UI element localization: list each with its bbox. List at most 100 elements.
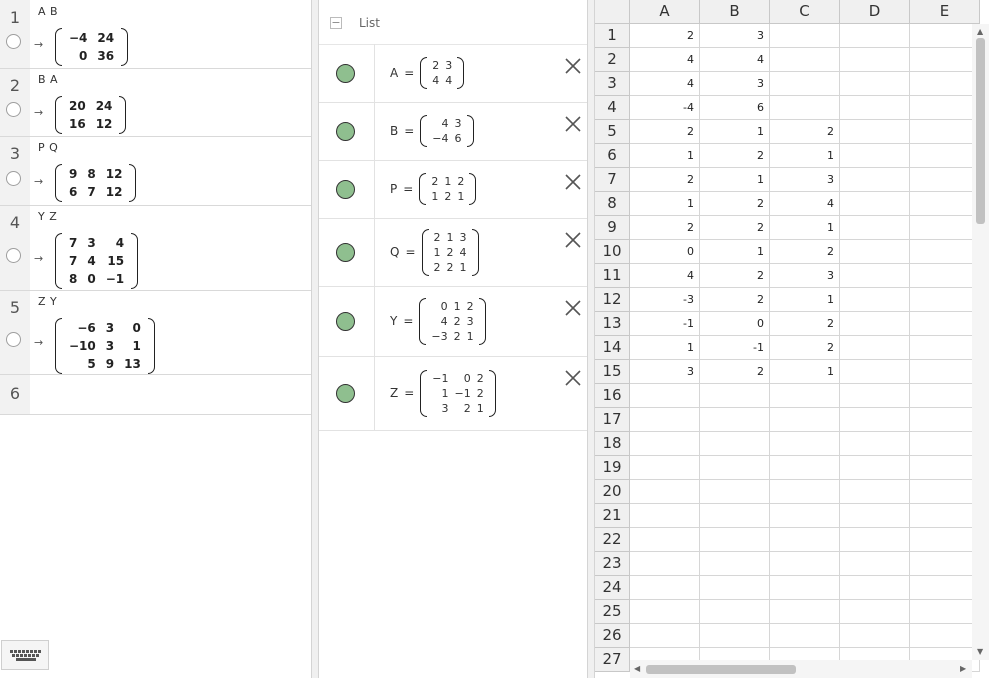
spreadsheet-cell[interactable]: [700, 552, 770, 576]
spreadsheet-cell[interactable]: [840, 240, 910, 264]
cas-row[interactable]: 4Y Z → 7 3 4 7 4 15 8 0 −1: [0, 205, 311, 291]
spreadsheet-cell[interactable]: 2: [630, 168, 700, 192]
spreadsheet-cell[interactable]: -4: [630, 96, 700, 120]
spreadsheet-cell[interactable]: [910, 288, 980, 312]
row-header[interactable]: 13: [595, 312, 630, 336]
spreadsheet-cell[interactable]: [910, 120, 980, 144]
spreadsheet-cell[interactable]: 4: [700, 48, 770, 72]
column-header-a[interactable]: A: [630, 0, 700, 24]
algebra-expression[interactable]: P = 2 1 2 1 2 1: [390, 160, 477, 218]
spreadsheet-cell[interactable]: [910, 456, 980, 480]
spreadsheet-cell[interactable]: [910, 264, 980, 288]
delete-item-icon[interactable]: [564, 57, 582, 75]
cas-row[interactable]: 6: [0, 374, 311, 415]
spreadsheet-cell[interactable]: [770, 432, 840, 456]
row-header[interactable]: 3: [595, 72, 630, 96]
panel-divider-right[interactable]: [587, 0, 595, 678]
row-header[interactable]: 8: [595, 192, 630, 216]
spreadsheet-cell[interactable]: [910, 600, 980, 624]
spreadsheet-cell[interactable]: [910, 336, 980, 360]
spreadsheet-cell[interactable]: [700, 384, 770, 408]
spreadsheet-cell[interactable]: [770, 528, 840, 552]
visibility-toggle[interactable]: [319, 356, 375, 430]
spreadsheet-cell[interactable]: [700, 504, 770, 528]
spreadsheet-cell[interactable]: [700, 432, 770, 456]
spreadsheet-cell[interactable]: [630, 384, 700, 408]
delete-item-icon[interactable]: [564, 115, 582, 133]
visibility-toggle[interactable]: [319, 218, 375, 286]
row-header[interactable]: 25: [595, 600, 630, 624]
spreadsheet-cell[interactable]: 0: [630, 240, 700, 264]
row-header[interactable]: 7: [595, 168, 630, 192]
spreadsheet-cell[interactable]: [840, 336, 910, 360]
scroll-up-arrow-icon[interactable]: ▲: [977, 28, 983, 36]
spreadsheet-cell[interactable]: [840, 24, 910, 48]
row-header[interactable]: 23: [595, 552, 630, 576]
spreadsheet-cell[interactable]: 4: [630, 48, 700, 72]
cas-empty-input[interactable]: [38, 384, 298, 404]
visibility-toggle[interactable]: [319, 44, 375, 102]
spreadsheet-cell[interactable]: 1: [770, 288, 840, 312]
row-header[interactable]: 17: [595, 408, 630, 432]
spreadsheet-cell[interactable]: -1: [630, 312, 700, 336]
horizontal-scroll-thumb[interactable]: [646, 665, 796, 674]
scroll-down-arrow-icon[interactable]: ▼: [977, 648, 983, 656]
spreadsheet-cell[interactable]: 2: [770, 336, 840, 360]
row-header[interactable]: 4: [595, 96, 630, 120]
spreadsheet-cell[interactable]: 4: [630, 72, 700, 96]
spreadsheet-cell[interactable]: [630, 600, 700, 624]
cas-row-radio[interactable]: [6, 332, 21, 347]
vertical-scrollbar[interactable]: ▲ ▼: [972, 24, 989, 660]
spreadsheet-cell[interactable]: [840, 216, 910, 240]
spreadsheet-cell[interactable]: [770, 48, 840, 72]
algebra-item[interactable]: P = 2 1 2 1 2 1: [319, 160, 587, 219]
spreadsheet-cell[interactable]: [630, 552, 700, 576]
spreadsheet-cell[interactable]: [630, 576, 700, 600]
spreadsheet-cell[interactable]: [840, 312, 910, 336]
spreadsheet-cell[interactable]: [910, 528, 980, 552]
spreadsheet-cell[interactable]: [910, 72, 980, 96]
spreadsheet-cell[interactable]: [770, 24, 840, 48]
delete-item-icon[interactable]: [564, 369, 582, 387]
spreadsheet-cell[interactable]: [770, 96, 840, 120]
spreadsheet-cell[interactable]: 2: [700, 288, 770, 312]
algebra-expression[interactable]: B = 4 3 −4 6: [390, 102, 474, 160]
spreadsheet-cell[interactable]: [840, 72, 910, 96]
spreadsheet-cell[interactable]: 2: [630, 216, 700, 240]
visibility-marble-icon[interactable]: [336, 311, 355, 331]
algebra-expression[interactable]: Y = 0 1 2 4 2 3 −3 2 1: [390, 286, 486, 356]
row-header[interactable]: 1: [595, 24, 630, 48]
spreadsheet-cell[interactable]: 1: [630, 336, 700, 360]
spreadsheet-cell[interactable]: [910, 312, 980, 336]
row-header[interactable]: 2: [595, 48, 630, 72]
row-header[interactable]: 21: [595, 504, 630, 528]
cas-row-radio[interactable]: [6, 247, 21, 263]
spreadsheet-cell[interactable]: 1: [700, 120, 770, 144]
cas-input-text[interactable]: B A: [38, 73, 58, 86]
spreadsheet-cell[interactable]: 2: [700, 264, 770, 288]
spreadsheet-cell[interactable]: [700, 408, 770, 432]
spreadsheet-cell[interactable]: [840, 192, 910, 216]
row-header[interactable]: 24: [595, 576, 630, 600]
virtual-keyboard-button[interactable]: [1, 640, 49, 670]
visibility-toggle[interactable]: [319, 102, 375, 160]
spreadsheet-cell[interactable]: [910, 432, 980, 456]
row-header[interactable]: 22: [595, 528, 630, 552]
spreadsheet-cell[interactable]: [770, 600, 840, 624]
spreadsheet-cell[interactable]: 6: [700, 96, 770, 120]
vertical-scroll-thumb[interactable]: [976, 38, 985, 224]
cas-row-radio[interactable]: [6, 170, 21, 186]
spreadsheet-cell[interactable]: [840, 120, 910, 144]
spreadsheet-cell[interactable]: 1: [700, 168, 770, 192]
spreadsheet-cell[interactable]: -1: [700, 336, 770, 360]
row-header[interactable]: 6: [595, 144, 630, 168]
spreadsheet-cell[interactable]: [840, 48, 910, 72]
algebra-expression[interactable]: A = 2 3 4 4: [390, 44, 465, 102]
row-header[interactable]: 5: [595, 120, 630, 144]
row-header[interactable]: 27: [595, 648, 630, 672]
spreadsheet-cell[interactable]: [910, 624, 980, 648]
row-header[interactable]: 10: [595, 240, 630, 264]
spreadsheet-cell[interactable]: 1: [630, 192, 700, 216]
spreadsheet-cell[interactable]: [910, 408, 980, 432]
spreadsheet-cell[interactable]: [770, 384, 840, 408]
